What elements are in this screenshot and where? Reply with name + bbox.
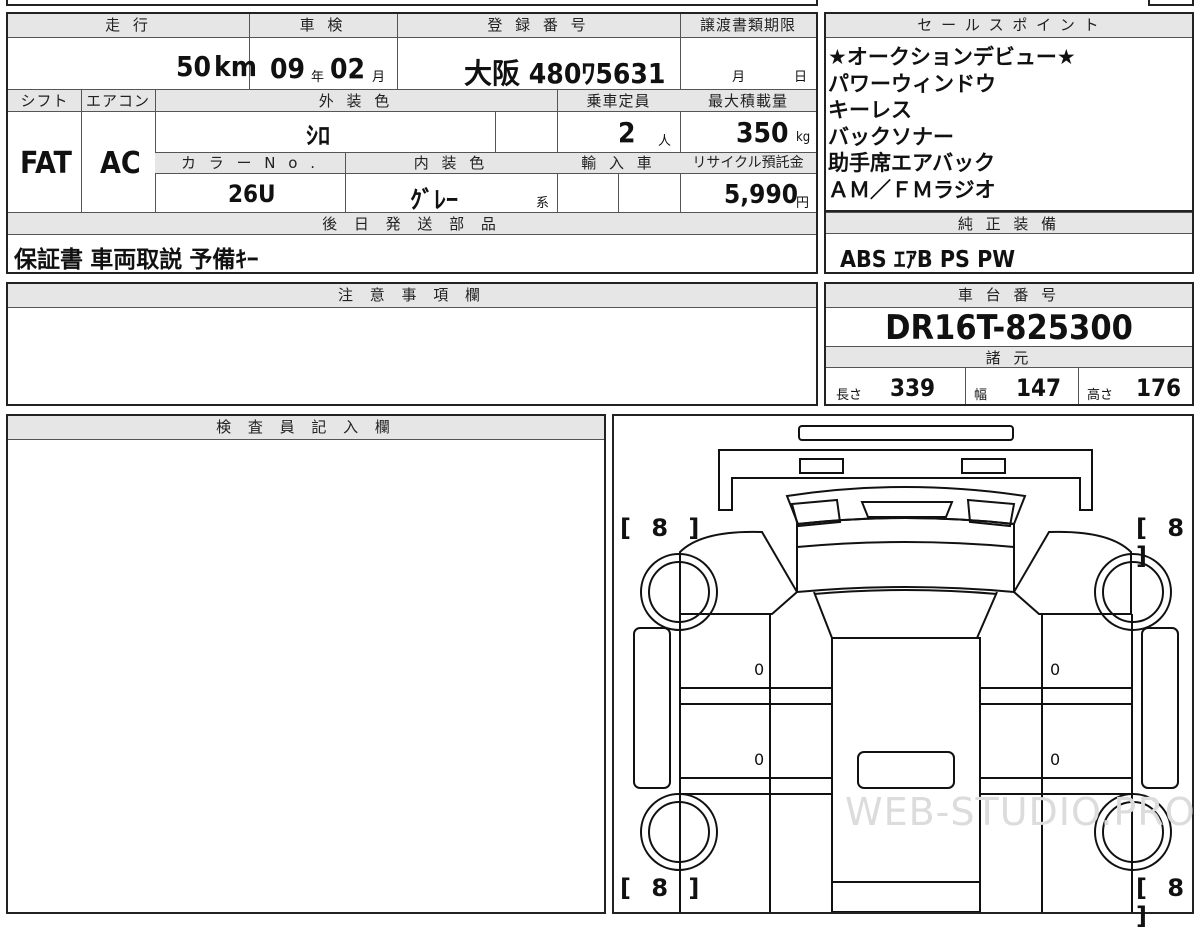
spec-height-value: 176	[1136, 374, 1182, 402]
mileage-value: 50	[176, 50, 212, 83]
spec-width-value: 147	[1016, 374, 1062, 402]
mileage-header: 走 行	[8, 14, 249, 38]
max-load-value: 350	[736, 116, 789, 149]
shift-header: シフト	[8, 90, 81, 112]
inspector-header: 検 査 員 記 入 欄	[8, 416, 604, 440]
panel-mark-right-front: 0	[1050, 660, 1061, 679]
later-parts-value: 保証書 車両取説 予備ｷｰ	[14, 247, 259, 273]
import-header: 輸 入 車	[557, 153, 680, 174]
color-no-header: カ ラ ー N o .	[155, 153, 345, 174]
sales-point-item: ＡＭ／ＦＭラジオ	[828, 177, 996, 202]
inspection-year-unit: 年	[311, 70, 325, 85]
equipment-header: 純 正 装 備	[826, 212, 1192, 234]
bracket-label-rear-left: [ 8 ]	[620, 874, 706, 902]
sales-points-list: ★オークションデビュー★ パワーウィンドウ キーレス バックソナー 助手席エアバック ＡＭ…	[828, 44, 1188, 203]
sales-point-item: ★オークションデビュー★	[828, 45, 1076, 69]
vehicle-diagram	[633, 425, 1179, 912]
max-load-unit: kg	[796, 130, 811, 145]
shift-value: FAT	[20, 146, 72, 181]
mileage-unit: km	[214, 50, 257, 83]
bracket-label-front-left: [ 8 ]	[620, 514, 706, 542]
panel-mark-left-front: 0	[754, 660, 765, 679]
transfer-deadline-header: 譲渡書類期限	[680, 14, 816, 38]
aircon-value: AC	[100, 146, 141, 181]
later-parts-header: 後 日 発 送 部 品	[8, 213, 816, 235]
recycle-header: リサイクル預託金	[680, 153, 816, 174]
spec-length-value: 339	[890, 374, 936, 402]
interior-color-header: 内 装 色	[345, 153, 557, 174]
sales-point-item: バックソナー	[828, 124, 954, 149]
panel-mark-left-rear: 0	[754, 750, 765, 769]
notes-header: 注 意 事 項 欄	[8, 284, 816, 308]
chassis-value: DR16T-825300	[885, 308, 1133, 348]
panel-mark-right-rear: 0	[1050, 750, 1061, 769]
sales-point-item: 助手席エアバック	[828, 151, 996, 175]
sales-point-item: パワーウィンドウ	[828, 71, 996, 96]
recycle-value: 5,990	[724, 180, 798, 210]
aircon-header: エアコン	[81, 90, 155, 112]
notes-panel: 注 意 事 項 欄	[6, 282, 818, 406]
interior-color-suffix: 系	[536, 196, 550, 211]
sales-points-panel: セ ー ル ス ポ イ ン ト ★オークションデビュー★ パワーウィンドウ キーレス…	[824, 12, 1194, 212]
max-load-header: 最大積載量	[680, 90, 816, 112]
deadline-day-unit: 日	[794, 70, 808, 85]
capacity-unit: 人	[658, 134, 672, 149]
specs-header: 諸 元	[826, 346, 1192, 368]
spec-height-label: 高さ	[1087, 388, 1114, 403]
exterior-color-header: 外 装 色	[155, 90, 557, 112]
capacity-value: 2	[618, 116, 636, 149]
registration-header: 登 録 番 号	[397, 14, 680, 38]
spec-length-label: 長さ	[836, 388, 863, 403]
deadline-month-unit: 月	[732, 70, 746, 85]
inspector-panel: 検 査 員 記 入 欄	[6, 414, 606, 914]
interior-color-value: ｸﾞﾚｰ	[410, 186, 458, 214]
sales-points-header: セ ー ル ス ポ イ ン ト	[826, 14, 1192, 38]
inspection-header: 車 検	[249, 14, 397, 38]
vehicle-info-grid: 走 行 車 検 登 録 番 号 譲渡書類期限 50 km 09 年 02 月 大…	[6, 12, 818, 274]
top-clipped-frames	[6, 0, 818, 6]
chassis-header: 車 台 番 号	[826, 284, 1192, 308]
capacity-header: 乗車定員	[557, 90, 680, 112]
bracket-label-rear-right: [ 8 ]	[1136, 874, 1191, 930]
color-no-value: 26U	[228, 180, 276, 208]
registration-value: 大阪 480ﾜ5631	[464, 57, 666, 90]
recycle-unit: 円	[796, 196, 810, 211]
spec-width-label: 幅	[974, 388, 988, 403]
chassis-panel: 車 台 番 号 DR16T-825300 諸 元 長さ 339 幅 147 高さ…	[824, 282, 1194, 406]
inspection-month-unit: 月	[372, 70, 386, 85]
exterior-color-value: ｼﾛ	[306, 122, 330, 150]
inspection-year: 09	[270, 52, 306, 85]
top-clipped-frame-right	[1148, 0, 1194, 6]
watermark: WEB-STUDIO.PRO	[845, 790, 1196, 834]
inspection-month: 02	[330, 52, 366, 85]
bracket-label-front-right: [ 8 ]	[1136, 514, 1191, 570]
vehicle-diagram-panel: [ 8 ] [ 8 ] [ 8 ] [ 8 ] 0 0 0 0	[612, 414, 1194, 930]
equipment-value: ABS ｴｱB PS PW	[840, 247, 1016, 273]
equipment-panel: 純 正 装 備 ABS ｴｱB PS PW	[824, 212, 1194, 274]
sales-point-item: キーレス	[828, 98, 912, 122]
